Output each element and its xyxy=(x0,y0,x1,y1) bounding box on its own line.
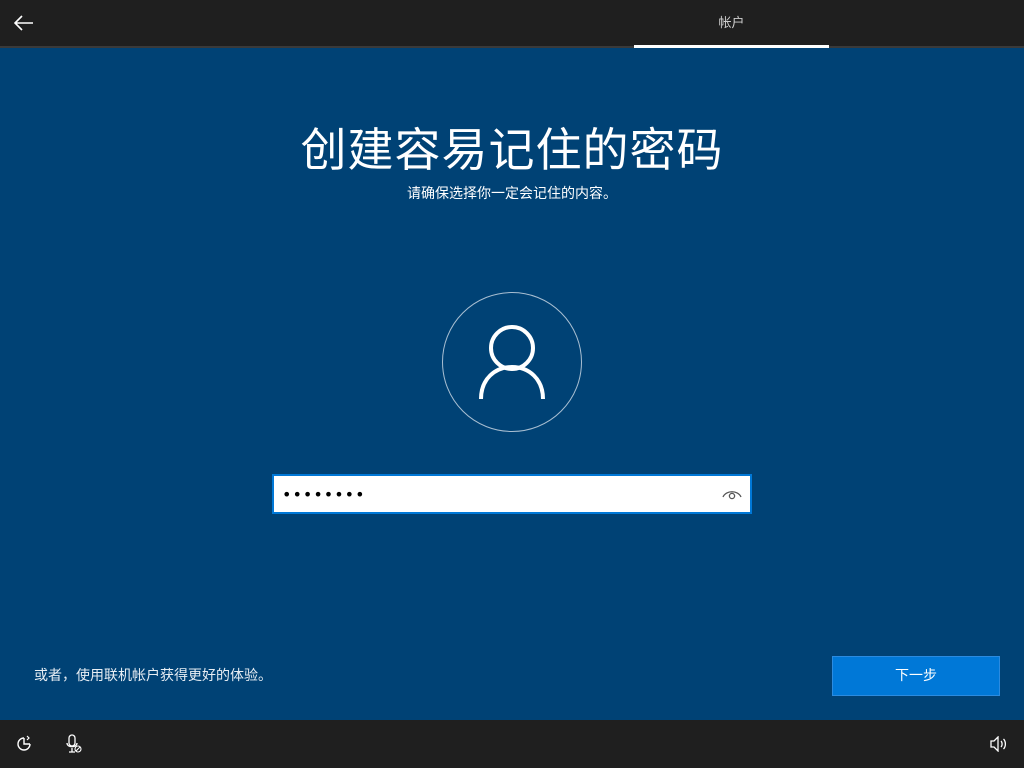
password-field[interactable] xyxy=(272,474,752,514)
offline-account-link[interactable]: 或者，使用联机帐户获得更好的体验。 xyxy=(34,666,272,686)
bottom-bar xyxy=(0,720,1024,768)
top-bar: 帐户 xyxy=(0,0,1024,48)
ease-of-access-button[interactable] xyxy=(13,733,35,755)
avatar xyxy=(442,292,582,432)
back-arrow-icon xyxy=(14,15,33,31)
reveal-password-button[interactable] xyxy=(720,482,744,506)
page-subtitle: 请确保选择你一定会记住的内容。 xyxy=(407,186,617,202)
tab-account: 帐户 xyxy=(718,16,745,31)
back-button[interactable] xyxy=(8,7,40,39)
tab-active-indicator xyxy=(634,45,829,48)
password-input[interactable] xyxy=(282,482,702,506)
eye-icon xyxy=(722,491,742,500)
page-title: 创建容易记住的密码 xyxy=(300,123,724,177)
microphone-button[interactable] xyxy=(62,733,84,755)
microphone-icon xyxy=(66,734,82,753)
next-button[interactable]: 下一步 xyxy=(832,656,1000,696)
user-icon xyxy=(479,325,545,400)
volume-button[interactable] xyxy=(987,733,1009,755)
ease-of-access-icon xyxy=(17,735,31,751)
volume-icon xyxy=(990,736,1007,752)
